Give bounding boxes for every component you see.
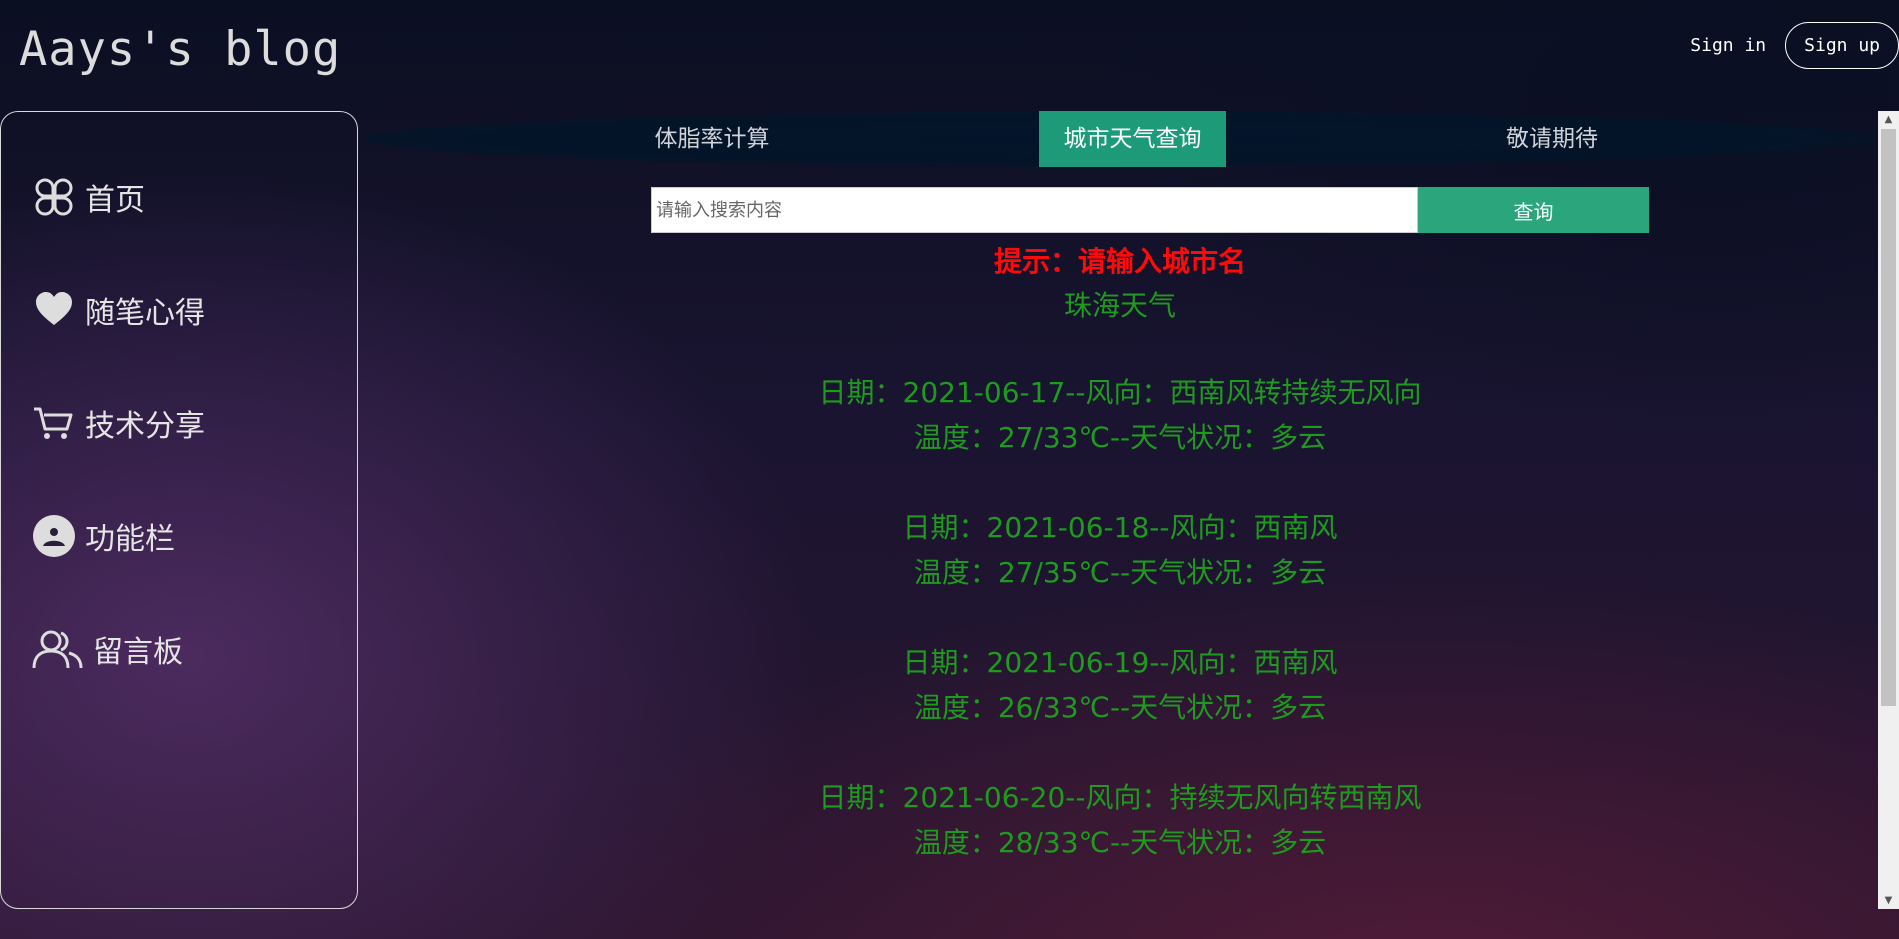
sidebar-item-label: 功能栏 (85, 522, 175, 557)
sign-in-link[interactable]: Sign in (1690, 35, 1766, 56)
hint-text: 提示：请输入城市名 (993, 245, 1246, 278)
weather-day: 日期：2021-06-17--风向：西南风转持续无风向 温度：27/33℃--天… (620, 370, 1620, 460)
scroll-down-arrow-icon[interactable]: ▼ (1878, 892, 1899, 909)
weather-day: 日期：2021-06-18--风向：西南风 温度：27/35℃--天气状况：多云 (620, 505, 1620, 595)
sidebar-item-essays[interactable]: 随笔心得 (31, 287, 205, 333)
sidebar-item-home[interactable]: 首页 (31, 174, 145, 220)
weather-temp-status: 温度：28/33℃--天气状况：多云 (913, 826, 1327, 859)
users-icon (32, 630, 83, 669)
heart-icon (36, 292, 72, 325)
sidebar-item-label: 技术分享 (85, 409, 205, 444)
weather-temp-status: 温度：26/33℃--天气状况：多云 (913, 691, 1327, 724)
sign-up-button[interactable]: Sign up (1785, 22, 1899, 69)
search-input[interactable] (651, 187, 1418, 233)
site-title[interactable]: Aays's blog (19, 22, 341, 77)
weather-date-wind: 日期：2021-06-17--风向：西南风转持续无风向 (818, 376, 1422, 409)
sidebar: 首页 随笔心得 技术分享 功能栏 留言板 (0, 111, 358, 909)
sidebar-item-guestbook[interactable]: 留言板 (31, 626, 183, 672)
scroll-up-arrow-icon[interactable]: ▲ (1878, 111, 1899, 128)
city-weather-title: 珠海天气 (1063, 289, 1176, 322)
user-circle-icon (33, 515, 75, 557)
search-button[interactable]: 查询 (1418, 187, 1649, 233)
tab-city-weather[interactable]: 城市天气查询 (1039, 111, 1226, 167)
weather-date-wind: 日期：2021-06-20--风向：持续无风向转西南风 (818, 781, 1422, 814)
auth-links: Sign in Sign up (1690, 22, 1899, 69)
weather-date-wind: 日期：2021-06-19--风向：西南风 (902, 646, 1338, 679)
weather-day: 日期：2021-06-20--风向：持续无风向转西南风 温度：28/33℃--天… (620, 775, 1620, 865)
weather-date-wind: 日期：2021-06-18--风向：西南风 (902, 511, 1338, 544)
weather-day: 日期：2021-06-19--风向：西南风 温度：26/33℃--天气状况：多云 (620, 640, 1620, 730)
tab-coming-soon[interactable]: 敬请期待 (1412, 111, 1692, 167)
sidebar-item-label: 留言板 (93, 635, 183, 670)
sidebar-item-features[interactable]: 功能栏 (31, 513, 175, 559)
sidebar-item-label: 首页 (85, 183, 145, 218)
tab-bar: 体脂率计算 城市天气查询 敬请期待 (362, 111, 1878, 167)
apps-grid-icon (35, 178, 73, 216)
sidebar-item-label: 随笔心得 (85, 296, 205, 331)
sidebar-item-tech[interactable]: 技术分享 (31, 400, 205, 446)
weather-temp-status: 温度：27/33℃--天气状况：多云 (913, 421, 1327, 454)
weather-temp-status: 温度：27/35℃--天气状况：多云 (913, 556, 1327, 589)
cart-icon (34, 407, 73, 439)
scrollbar-thumb[interactable] (1881, 129, 1896, 706)
tab-body-fat[interactable]: 体脂率计算 (572, 111, 852, 167)
scrollbar[interactable]: ▲ ▼ (1878, 111, 1899, 909)
